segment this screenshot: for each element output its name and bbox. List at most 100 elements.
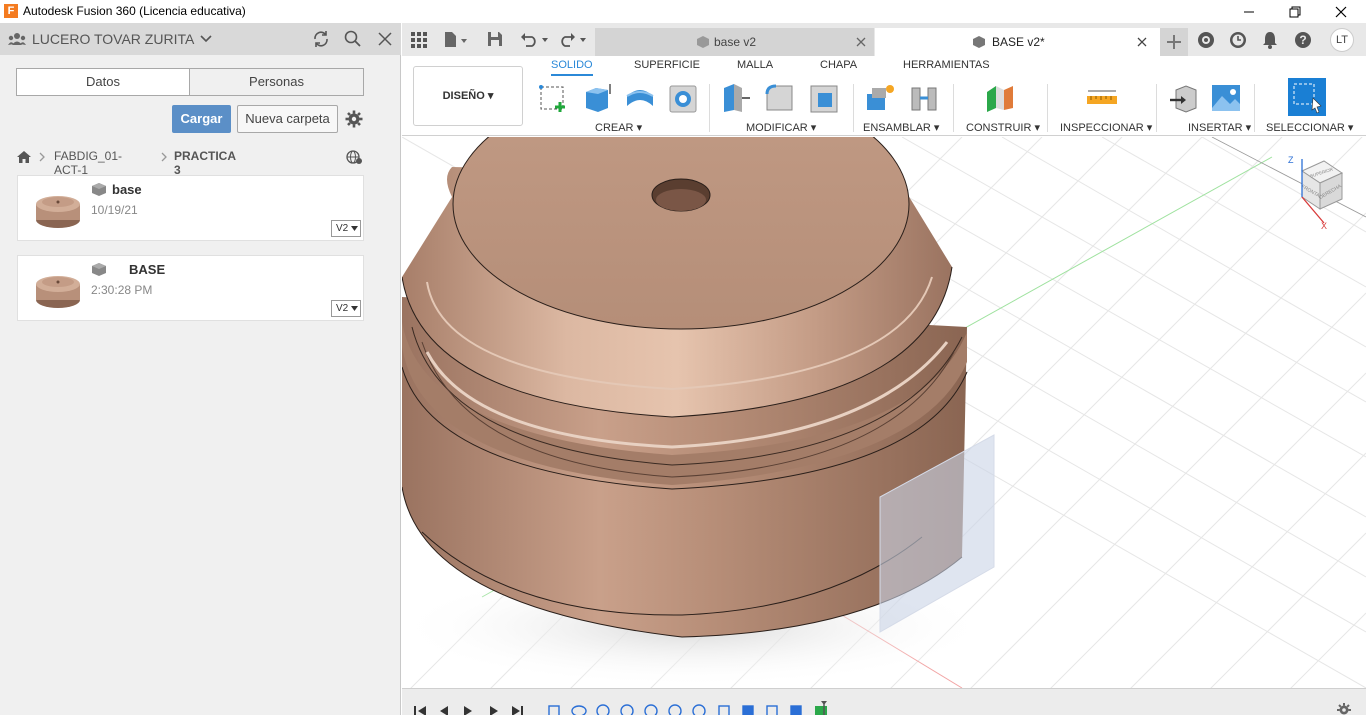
shell-icon[interactable] [808,82,840,114]
divider [853,84,854,132]
joint-icon[interactable] [908,82,940,114]
close-panel-icon[interactable] [377,31,393,47]
part-thumbnail-icon [36,196,80,228]
close-tab-icon[interactable] [856,37,866,47]
team-icon [8,33,26,45]
revolve-icon[interactable] [624,82,656,114]
globe-view-icon[interactable] [345,149,363,165]
file-name[interactable]: BASE [129,262,165,277]
chevron-down-icon[interactable] [200,34,212,44]
viewcube[interactable]: SUPERIOR FRONTAL DERECHA Z X [1282,151,1352,231]
group-crear[interactable]: CREAR ▾ [595,121,642,134]
breadcrumb-project[interactable]: FABDIG_01-ACT-1 [54,149,122,177]
help-icon[interactable]: ? [1294,31,1312,49]
group-ensamblar[interactable]: ENSAMBLAR ▾ [863,121,939,134]
file-card[interactable]: BASE 2:30:28 PM V2 [17,255,364,321]
3d-viewport[interactable]: SUPERIOR FRONTAL DERECHA Z X [402,137,1366,688]
redo-icon[interactable] [560,31,590,47]
fusion-app-icon: F [4,4,18,18]
divider [709,84,710,132]
search-icon[interactable] [344,30,362,48]
tab-superficie[interactable]: SUPERFICIE [634,59,700,71]
svg-text:?: ? [1299,33,1306,47]
divider [953,84,954,132]
group-label: CONSTRUIR [966,122,1032,134]
close-icon [1335,6,1347,17]
file-name[interactable]: base [112,182,142,197]
group-label: ENSAMBLAR [863,122,931,134]
create-sketch-icon[interactable] [538,82,570,114]
timeline-bar [402,688,1366,715]
gear-icon[interactable] [345,110,363,128]
extrude-icon[interactable] [582,82,614,114]
doc-tab[interactable]: base v2 [595,28,874,56]
extensions-icon[interactable] [1197,31,1215,49]
minimize-button[interactable] [1226,0,1272,23]
tab-herramientas[interactable]: HERRAMIENTAS [903,59,990,71]
group-inspeccionar[interactable]: INSPECCIONAR ▾ [1060,121,1152,134]
tab-solido[interactable]: SOLIDO [551,59,593,76]
save-icon[interactable] [487,31,503,47]
measure-icon[interactable] [1086,82,1118,114]
restore-icon [1289,6,1301,17]
group-label: MODIFICAR [746,122,808,134]
timeline-features[interactable] [547,701,837,715]
workspace-switcher[interactable]: DISEÑO ▾ [413,66,523,126]
notifications-icon[interactable] [1262,31,1278,49]
select-icon[interactable] [1288,78,1326,116]
offset-plane-icon[interactable] [984,82,1016,114]
tab-personas[interactable]: Personas [189,68,364,96]
timeline-playback-controls[interactable] [412,704,532,715]
doc-tab-active[interactable]: BASE v2* [875,28,1160,56]
model-canvas[interactable] [402,137,1366,688]
breadcrumb-folder: PRACTICA 3 [174,149,236,177]
tab-malla[interactable]: MALLA [737,59,773,71]
apps-grid-icon[interactable] [411,32,427,48]
divider [1254,84,1255,132]
job-status-icon[interactable] [1229,31,1247,49]
group-insertar[interactable]: INSERTAR ▾ [1188,121,1251,134]
user-avatar[interactable]: LT [1330,28,1354,52]
file-card[interactable]: base 10/19/21 V2 [17,175,364,241]
close-tab-icon[interactable] [1137,37,1147,47]
insert-derive-icon[interactable] [1168,82,1200,114]
version-dropdown[interactable]: V2 [331,220,361,237]
hole-icon[interactable] [667,82,699,114]
chevron-right-icon [39,152,45,162]
component-icon [92,183,106,196]
data-panel: LUCERO TOVAR ZURITA Datos Personas Carga… [0,23,401,715]
fillet-icon[interactable] [764,82,796,114]
group-seleccionar[interactable]: SELECCIONAR ▾ [1266,121,1353,134]
part-thumbnail-icon [36,276,80,308]
title-bar: F Autodesk Fusion 360 (Licencia educativ… [0,0,1366,23]
component-icon [697,36,709,48]
refresh-icon[interactable] [312,30,330,48]
group-construir[interactable]: CONSTRUIR ▾ [966,121,1040,134]
new-component-icon[interactable] [864,82,896,114]
close-window-button[interactable] [1318,0,1364,23]
document-tab-bar: base v2 BASE v2* ? LT [402,23,1366,56]
window-title: Autodesk Fusion 360 (Licencia educativa) [23,4,246,18]
axis-x-label: X [1321,221,1327,231]
upload-button[interactable]: Cargar [172,105,231,133]
tab-chapa[interactable]: CHAPA [820,59,857,71]
file-menu-icon[interactable] [444,31,468,49]
version-dropdown[interactable]: V2 [331,300,361,317]
component-icon [92,263,106,276]
team-name[interactable]: LUCERO TOVAR ZURITA [32,31,194,47]
home-icon[interactable] [16,150,32,164]
undo-icon[interactable] [520,31,550,47]
version-label: V2 [336,223,349,234]
group-label: CREAR [595,122,634,134]
minimize-icon [1244,11,1254,12]
restore-button[interactable] [1272,0,1318,23]
new-tab-button[interactable] [1160,28,1188,56]
caret-down-icon [351,226,358,231]
press-pull-icon[interactable] [720,82,752,114]
tab-datos[interactable]: Datos [16,68,190,96]
new-folder-button[interactable]: Nueva carpeta [237,105,338,133]
timeline-settings-icon[interactable] [1337,703,1351,715]
group-modificar[interactable]: MODIFICAR ▾ [746,121,816,134]
component-icon [973,36,985,48]
insert-canvas-icon[interactable] [1210,82,1242,114]
